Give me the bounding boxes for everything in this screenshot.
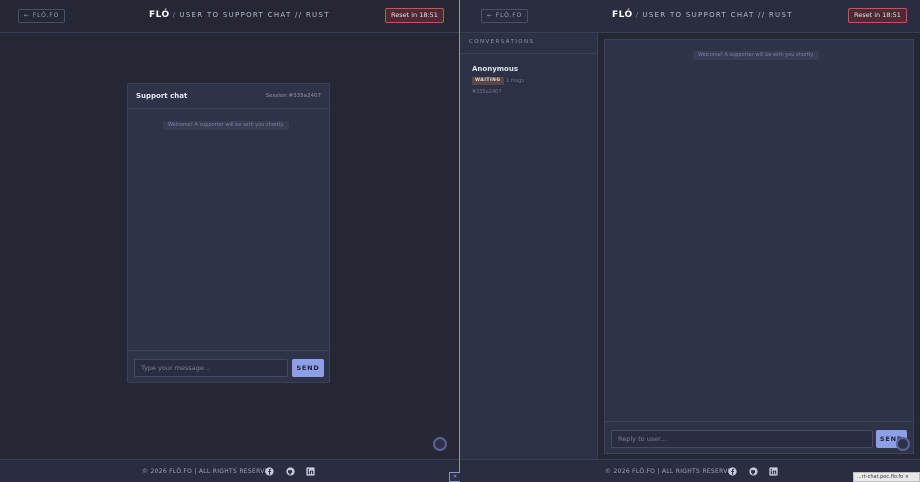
- conversation-name: Anonymous: [472, 65, 519, 73]
- floating-action-button[interactable]: [896, 437, 910, 451]
- linkedin-icon[interactable]: [306, 467, 315, 476]
- header: ← FLÓ.FO FLÓ / USER TO SUPPORT CHAT // RUS…: [460, 0, 920, 33]
- back-button[interactable]: ← FLÓ.FO: [18, 9, 66, 23]
- header: ← FLÓ.FO FLÓ / USER TO SUPPORT CHAT // RUS…: [0, 0, 459, 33]
- session-id: Session #335a2407: [265, 93, 321, 99]
- reply-composer: SEND: [605, 421, 913, 453]
- chat-title: Support chat: [136, 92, 188, 100]
- page-title: FLÓ / USER TO SUPPORT CHAT // RUST: [149, 10, 330, 20]
- welcome-message: Welcome! A supporter will be with you sh…: [163, 121, 290, 130]
- floating-action-button[interactable]: [433, 437, 447, 451]
- reset-timer-button[interactable]: Reset in 18:51: [848, 8, 907, 23]
- chat-composer: SEND: [128, 350, 329, 382]
- facebook-icon[interactable]: [728, 467, 737, 476]
- github-icon[interactable]: [749, 467, 758, 476]
- page-subtitle: USER TO SUPPORT CHAT // RUST: [642, 11, 793, 19]
- reply-input[interactable]: [611, 430, 873, 448]
- title-slash: /: [635, 11, 640, 19]
- url-chip[interactable]: ...rt-chat.poc.flo.fo ×: [853, 472, 920, 482]
- conversation-area: Welcome! A supporter will be with you sh…: [598, 33, 920, 459]
- user-pane: ← FLÓ.FO FLÓ / USER TO SUPPORT CHAT // RUS…: [0, 0, 459, 482]
- send-button[interactable]: SEND: [292, 359, 324, 377]
- copyright-text: © 2026 FLÓ.FO | ALL RIGHTS RESERVED: [142, 468, 274, 475]
- support-pane: ← FLÓ.FO FLÓ / USER TO SUPPORT CHAT // RUS…: [460, 0, 920, 482]
- back-button[interactable]: ← FLÓ.FO: [481, 9, 529, 23]
- sidebar-divider: [460, 53, 597, 54]
- reset-timer-button[interactable]: Reset in 18:51: [385, 8, 444, 23]
- page-title: FLÓ / USER TO SUPPORT CHAT // RUST: [612, 10, 793, 20]
- conversation-panel: Welcome! A supporter will be with you sh…: [604, 39, 914, 454]
- linkedin-icon[interactable]: [769, 467, 778, 476]
- brand-name: FLÓ: [612, 10, 633, 20]
- divider-handle[interactable]: »: [449, 472, 460, 482]
- conversation-id: #335a2407: [472, 89, 502, 95]
- page-subtitle: USER TO SUPPORT CHAT // RUST: [179, 11, 330, 19]
- conversation-message-count: 1 msgs: [506, 78, 525, 84]
- support-chat-card: Support chat Session #335a2407 Welcome! …: [127, 83, 330, 383]
- conversations-heading: CONVERSATIONS: [469, 39, 535, 45]
- footer: © 2026 FLÓ.FO | ALL RIGHTS RESERVED: [460, 459, 920, 482]
- message-input[interactable]: [134, 359, 288, 377]
- footer: © 2026 FLÓ.FO | ALL RIGHTS RESERVED: [0, 459, 459, 482]
- brand-name: FLÓ: [149, 10, 170, 20]
- copyright-text: © 2026 FLÓ.FO | ALL RIGHTS RESERVED: [605, 468, 737, 475]
- chat-card-header: Support chat Session #335a2407: [128, 84, 329, 109]
- facebook-icon[interactable]: [265, 467, 274, 476]
- welcome-message: Welcome! A supporter will be with you sh…: [693, 51, 820, 60]
- title-slash: /: [172, 11, 177, 19]
- conversations-sidebar: CONVERSATIONS Anonymous WAITING 1 msgs #…: [460, 33, 598, 459]
- status-badge: WAITING: [472, 77, 504, 85]
- github-icon[interactable]: [286, 467, 295, 476]
